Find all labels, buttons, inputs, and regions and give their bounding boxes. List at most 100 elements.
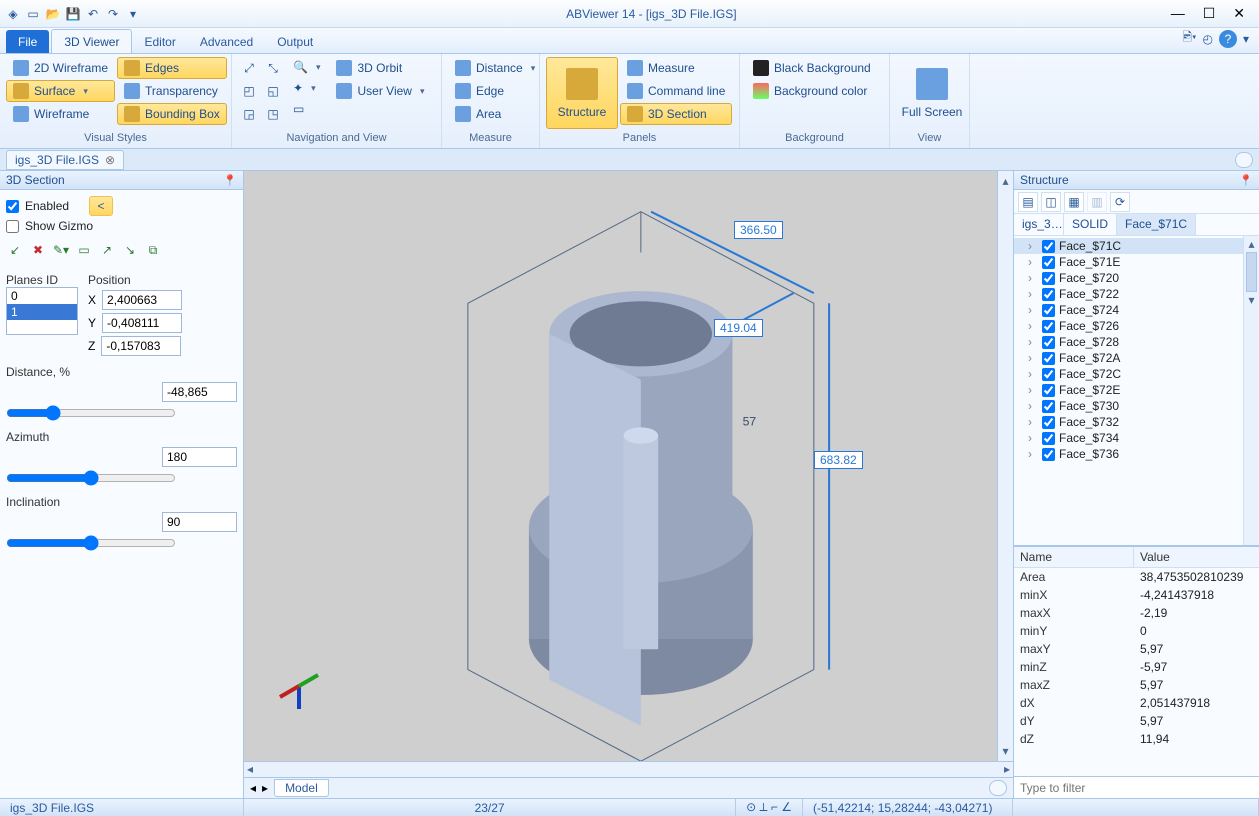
sec-tool-6[interactable]: ↘ [121, 241, 139, 259]
pin-icon[interactable]: 📍 [1239, 174, 1253, 187]
tab-file[interactable]: File [6, 30, 49, 53]
nav-icon-2[interactable]: ⤡ [262, 57, 284, 79]
tab-3d-viewer[interactable]: 3D Viewer [51, 29, 132, 53]
qat-open-icon[interactable]: 📂 [44, 5, 62, 23]
qat-save-icon[interactable]: 💾 [64, 5, 82, 23]
chk-show-gizmo[interactable]: Show Gizmo [6, 219, 237, 233]
tree-row[interactable]: ›Face_$72C [1014, 366, 1259, 382]
document-tab[interactable]: igs_3D File.IGS⊗ [6, 150, 124, 170]
input-inclination[interactable] [162, 512, 237, 532]
chk-enabled[interactable]: Enabled [6, 199, 69, 213]
qat-redo-icon[interactable]: ↷ [104, 5, 122, 23]
nav-icon-5[interactable]: ◲ [238, 103, 260, 125]
app-icon[interactable]: ◈ [4, 5, 22, 23]
tree-row[interactable]: ›Face_$72A [1014, 350, 1259, 366]
str-tool-3[interactable]: ▦ [1064, 192, 1084, 212]
tab-output[interactable]: Output [265, 30, 325, 53]
input-z[interactable] [101, 336, 181, 356]
nav-icon-3[interactable]: ◰ [238, 80, 260, 102]
tree-row[interactable]: ›Face_$730 [1014, 398, 1259, 414]
tree-row[interactable]: ›Face_$720 [1014, 270, 1259, 286]
tree-row[interactable]: ›Face_$736 [1014, 446, 1259, 462]
str-tool-2[interactable]: ◫ [1041, 192, 1061, 212]
sec-tool-2[interactable]: ✖ [29, 241, 47, 259]
btn-user-view[interactable]: User View [329, 80, 431, 102]
tree-row[interactable]: ›Face_$72E [1014, 382, 1259, 398]
tree-row[interactable]: ›Face_$722 [1014, 286, 1259, 302]
nav-icon-1[interactable]: ⤢ [238, 57, 260, 79]
tree-row[interactable]: ›Face_$71E [1014, 254, 1259, 270]
str-tool-5[interactable]: ⟳ [1110, 192, 1130, 212]
vp-tab-model[interactable]: Model [274, 779, 329, 797]
btn-structure[interactable]: Structure [546, 57, 618, 129]
btn-zoom[interactable]: 🔍 [286, 57, 327, 77]
tabs-overflow-icon[interactable] [1235, 152, 1253, 168]
3d-canvas[interactable]: 57 366.50 419.04 683.82 [244, 171, 997, 761]
btn-2d-wireframe[interactable]: 2D Wireframe [6, 57, 115, 79]
tree-scrollbar[interactable]: ▴▾ [1243, 236, 1259, 545]
filter-input[interactable] [1014, 777, 1259, 798]
bc-1[interactable]: SOLID [1064, 214, 1117, 235]
vertical-scrollbar[interactable]: ▴▾ [997, 171, 1013, 761]
input-azimuth[interactable] [162, 447, 237, 467]
options-icon[interactable]: ◴ [1202, 32, 1212, 46]
help-icon[interactable]: ? [1219, 30, 1237, 48]
bc-0[interactable]: igs_3… [1014, 214, 1064, 235]
horizontal-scrollbar[interactable]: ◂▸ [244, 761, 1013, 777]
btn-area[interactable]: Area [448, 103, 542, 125]
vp-prev[interactable]: ◂ [250, 781, 256, 795]
sec-tool-3[interactable]: ✎▾ [52, 241, 70, 259]
btn-edge[interactable]: Edge [448, 80, 542, 102]
print-icon[interactable]: 🖻▾ [1182, 28, 1196, 49]
face-tree[interactable]: ›Face_$71C›Face_$71E›Face_$720›Face_$722… [1014, 236, 1259, 464]
plane-item[interactable]: 1 [7, 304, 77, 320]
plane-item[interactable]: 0 [7, 288, 77, 304]
tree-row[interactable]: ›Face_$728 [1014, 334, 1259, 350]
btn-distance[interactable]: Distance [448, 57, 542, 79]
btn-3d-orbit[interactable]: 3D Orbit [329, 57, 431, 79]
tree-row[interactable]: ›Face_$71C [1014, 238, 1259, 254]
btn-explode[interactable]: ✦ [286, 78, 327, 98]
slider-distance[interactable] [6, 405, 176, 421]
btn-surface[interactable]: Surface [6, 80, 115, 102]
maximize-button[interactable]: ☐ [1203, 5, 1216, 22]
str-tool-1[interactable]: ▤ [1018, 192, 1038, 212]
tab-advanced[interactable]: Advanced [188, 30, 265, 53]
close-button[interactable]: ✕ [1233, 5, 1245, 22]
vp-overflow[interactable] [989, 780, 1007, 796]
btn-bg-color[interactable]: Background color [746, 80, 878, 102]
qat-new-icon[interactable]: ▭ [24, 5, 42, 23]
sec-tool-7[interactable]: ⧉ [144, 241, 162, 259]
tree-row[interactable]: ›Face_$724 [1014, 302, 1259, 318]
tree-row[interactable]: ›Face_$726 [1014, 318, 1259, 334]
input-distance[interactable] [162, 382, 237, 402]
col-value[interactable]: Value [1134, 547, 1176, 567]
planes-list[interactable]: 01 [6, 287, 78, 335]
input-x[interactable] [102, 290, 182, 310]
slider-azimuth[interactable] [6, 470, 176, 486]
viewport[interactable]: 57 366.50 419.04 683.82 ▴▾ ◂▸ ◂ ▸ Model [244, 171, 1013, 798]
btn-wireframe[interactable]: Wireframe [6, 103, 115, 125]
status-snap-icons[interactable]: ⊙ ⟂ ⌐ ∠ [736, 799, 803, 816]
btn-rect[interactable]: ▭ [286, 99, 327, 119]
vp-next[interactable]: ▸ [262, 781, 268, 795]
sec-tool-1[interactable]: ↙ [6, 241, 24, 259]
input-y[interactable] [102, 313, 182, 333]
btn-transparency[interactable]: Transparency [117, 80, 227, 102]
btn-bounding-box[interactable]: Bounding Box [117, 103, 227, 125]
qat-dropdown-icon[interactable]: ▾ [124, 5, 142, 23]
qat-undo-icon[interactable]: ↶ [84, 5, 102, 23]
btn-fullscreen[interactable]: Full Screen [896, 57, 968, 129]
tree-row[interactable]: ›Face_$732 [1014, 414, 1259, 430]
minimize-button[interactable]: — [1171, 5, 1185, 22]
tree-row[interactable]: ›Face_$734 [1014, 430, 1259, 446]
nav-icon-6[interactable]: ◳ [262, 103, 284, 125]
btn-edges[interactable]: Edges [117, 57, 227, 79]
sec-tool-4[interactable]: ▭ [75, 241, 93, 259]
col-name[interactable]: Name [1014, 547, 1134, 567]
btn-3d-section[interactable]: 3D Section [620, 103, 732, 125]
slider-inclination[interactable] [6, 535, 176, 551]
help-dropdown-icon[interactable]: ▾ [1243, 32, 1249, 46]
tab-close-icon[interactable]: ⊗ [105, 153, 115, 167]
sec-tool-5[interactable]: ↗ [98, 241, 116, 259]
